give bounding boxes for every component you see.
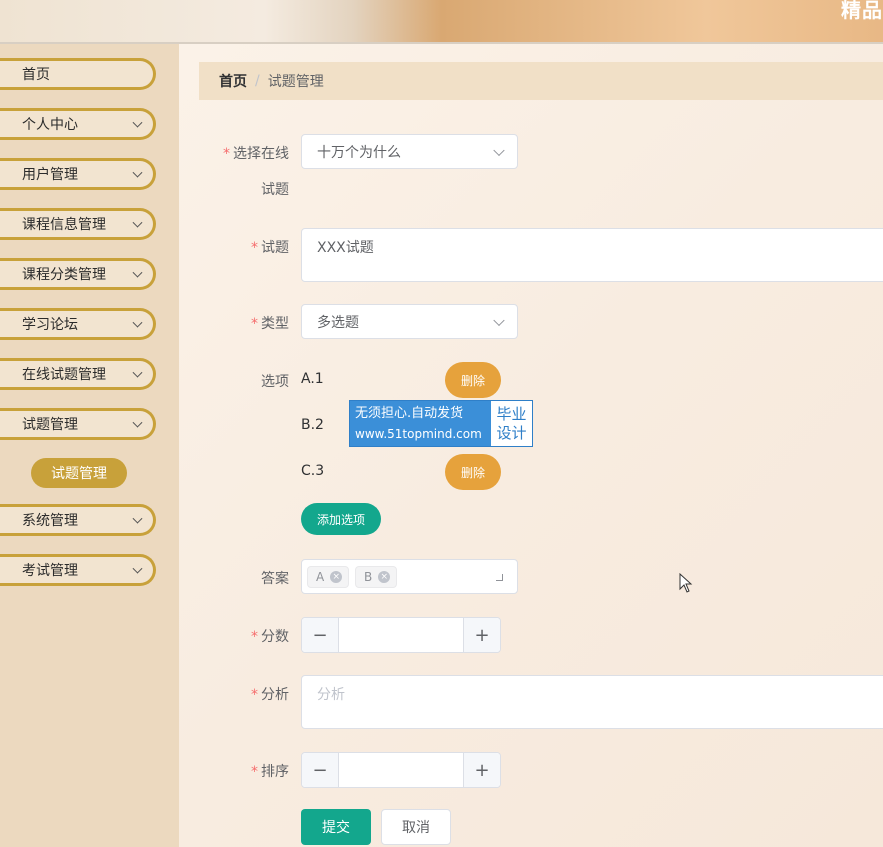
watermark-right2: 设计 <box>496 423 527 442</box>
required-mark: * <box>251 687 258 703</box>
chevron-down-icon <box>132 417 143 428</box>
minus-icon[interactable]: − <box>302 753 339 787</box>
analysis-label-text: 分析 <box>261 687 289 703</box>
required-mark: * <box>251 629 258 645</box>
sidebar-item-label: 用户管理 <box>22 167 78 183</box>
chevron-down-icon <box>132 367 143 378</box>
required-mark: * <box>223 146 230 162</box>
paper-select-label-text: 选择在线 <box>233 146 289 162</box>
score-stepper[interactable]: − + <box>301 617 501 653</box>
sidebar-item-online-exam[interactable]: 在线试题管理 <box>0 358 156 390</box>
resize-handle-icon <box>496 574 503 581</box>
sidebar-item-user-management[interactable]: 用户管理 <box>0 158 156 190</box>
sidebar-item-course-category[interactable]: 课程分类管理 <box>0 258 156 290</box>
sort-label-text: 排序 <box>261 764 289 780</box>
chevron-down-icon <box>132 317 143 328</box>
sidebar-item-forum[interactable]: 学习论坛 <box>0 308 156 340</box>
add-option-button[interactable]: 添加选项 <box>301 503 381 535</box>
chevron-down-icon <box>132 563 143 574</box>
answer-label: 答案 <box>261 571 289 587</box>
sidebar-item-label: 个人中心 <box>22 117 78 133</box>
sort-stepper[interactable]: − + <box>301 752 501 788</box>
required-mark: * <box>251 764 258 780</box>
answer-tag: A × <box>307 566 350 588</box>
options-label: 选项 <box>261 374 289 390</box>
chevron-down-icon <box>132 217 143 228</box>
sidebar-item-exam-management[interactable]: 考试管理 <box>0 554 156 586</box>
analysis-placeholder: 分析 <box>317 687 345 703</box>
breadcrumb-current: 试题管理 <box>267 74 324 90</box>
breadcrumb-separator: / <box>255 73 260 89</box>
question-label: * 试题 <box>200 237 289 257</box>
sidebar-item-course-info[interactable]: 课程信息管理 <box>0 208 156 240</box>
type-select-value: 多选题 <box>317 314 359 331</box>
delete-option-button[interactable]: 删除 <box>445 362 501 398</box>
sidebar-item-label: 试题管理 <box>22 417 78 433</box>
analysis-label: * 分析 <box>200 684 289 704</box>
submit-button[interactable]: 提交 <box>301 809 371 845</box>
watermark-right: 毕业 设计 <box>491 401 532 446</box>
sidebar-item-label: 学习论坛 <box>22 317 78 333</box>
option-text: C.3 <box>301 463 325 479</box>
paper-select-label: * 选择在线 <box>200 143 289 163</box>
sidebar-item-question-management[interactable]: 试题管理 <box>0 408 156 440</box>
cancel-button[interactable]: 取消 <box>381 809 451 845</box>
paper-select[interactable]: 十万个为什么 <box>301 134 518 169</box>
watermark-line1: 无须担心.自动发货 <box>355 405 464 421</box>
answer-tag-label: B <box>364 570 373 584</box>
breadcrumb-home[interactable]: 首页 <box>219 71 247 91</box>
mouse-cursor-icon <box>679 573 693 593</box>
chevron-down-icon <box>493 314 505 326</box>
watermark-url: www.51topmind.com <box>355 426 482 441</box>
sidebar-item-label: 首页 <box>22 67 50 83</box>
sidebar-subitem-question-management[interactable]: 试题管理 <box>31 458 127 488</box>
sidebar-item-label: 课程分类管理 <box>22 267 106 283</box>
chevron-down-icon <box>132 117 143 128</box>
sidebar-item-system[interactable]: 系统管理 <box>0 504 156 536</box>
brand-text: 精品 <box>841 0 883 22</box>
analysis-textarea[interactable]: 分析 <box>301 675 883 729</box>
plus-icon[interactable]: + <box>463 753 500 787</box>
sidebar-item-personal-center[interactable]: 个人中心 <box>0 108 156 140</box>
delete-option-button[interactable]: 删除 <box>445 454 501 490</box>
sidebar-item-label: 系统管理 <box>22 513 78 529</box>
chevron-down-icon <box>493 144 505 156</box>
sidebar-item-label: 考试管理 <box>22 563 78 579</box>
type-select[interactable]: 多选题 <box>301 304 518 339</box>
chevron-down-icon <box>132 513 143 524</box>
answer-tag-label: A <box>316 570 325 584</box>
question-label-text: 试题 <box>261 240 289 256</box>
answer-tag: B × <box>355 566 398 588</box>
option-text: A.1 <box>301 371 324 387</box>
paper-select-value: 十万个为什么 <box>317 144 401 161</box>
type-label-text: 类型 <box>261 316 289 332</box>
close-icon[interactable]: × <box>378 571 391 583</box>
type-label: * 类型 <box>200 313 289 333</box>
question-textarea[interactable]: XXX试题 <box>301 228 883 282</box>
chevron-down-icon <box>132 267 143 278</box>
required-mark: * <box>251 316 258 332</box>
breadcrumb: 首页 / 试题管理 <box>199 62 883 100</box>
sidebar-item-home[interactable]: 首页 <box>0 58 156 90</box>
plus-icon[interactable]: + <box>463 618 500 652</box>
close-icon[interactable]: × <box>330 571 343 583</box>
required-mark: * <box>251 240 258 256</box>
top-banner: 精品 <box>0 0 883 44</box>
watermark-badge: 无须担心.自动发货 www.51topmind.com 毕业 设计 <box>349 400 533 447</box>
option-text: B.2 <box>301 417 324 433</box>
score-label: * 分数 <box>200 626 289 646</box>
watermark-left: 无须担心.自动发货 www.51topmind.com <box>350 401 491 446</box>
score-label-text: 分数 <box>261 629 289 645</box>
watermark-right1: 毕业 <box>496 404 527 423</box>
minus-icon[interactable]: − <box>302 618 339 652</box>
paper-select-label-line2: 试题 <box>261 182 289 198</box>
sidebar-item-label: 在线试题管理 <box>22 367 106 383</box>
sort-label: * 排序 <box>200 761 289 781</box>
sidebar-item-label: 课程信息管理 <box>22 217 106 233</box>
chevron-down-icon <box>132 167 143 178</box>
